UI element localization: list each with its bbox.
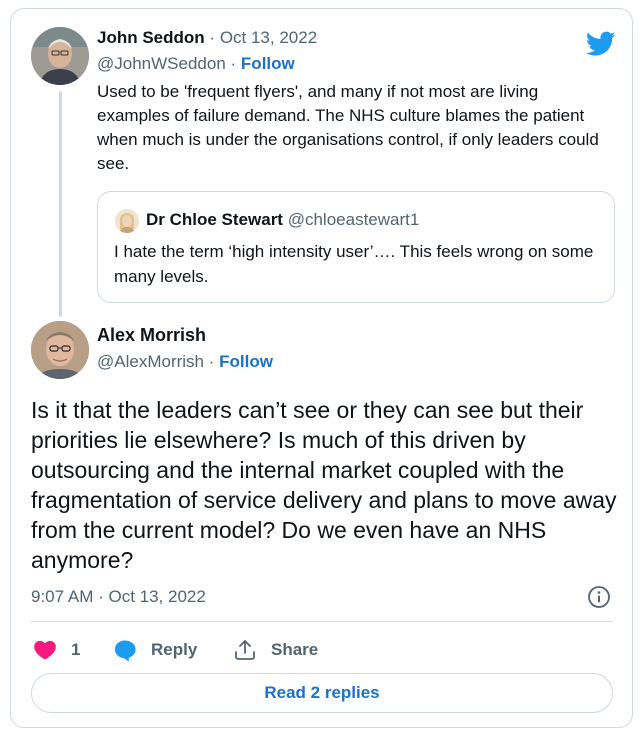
read-replies-button[interactable]: Read 2 replies xyxy=(31,673,613,713)
share-button[interactable]: Share xyxy=(233,635,318,665)
parent-separator: · xyxy=(209,28,216,47)
quote-handle[interactable]: @chloeastewart1 xyxy=(288,210,420,229)
action-bar: 1 Reply Share xyxy=(33,635,613,665)
info-icon[interactable] xyxy=(587,585,611,609)
parent-author-name[interactable]: John Seddon xyxy=(97,28,205,47)
parent-date[interactable]: Oct 13, 2022 xyxy=(220,28,317,47)
parent-tweet-text: Used to be 'frequent flyers', and many i… xyxy=(97,82,599,173)
like-count: 1 xyxy=(71,640,81,659)
reply-bubble-icon xyxy=(114,640,136,662)
divider xyxy=(31,621,613,622)
parent-handle-row: @JohnWSeddon · Follow xyxy=(97,54,295,74)
heart-icon xyxy=(34,640,56,660)
avatar-alex-morrish[interactable] xyxy=(31,321,89,379)
share-label: Share xyxy=(271,640,319,659)
avatar-chloe-stewart[interactable] xyxy=(115,209,139,233)
parent-follow-button[interactable]: Follow xyxy=(241,54,295,73)
main-handle[interactable]: @AlexMorrish xyxy=(97,352,204,371)
parent-handle[interactable]: @JohnWSeddon xyxy=(97,54,226,73)
share-icon xyxy=(235,640,255,660)
main-handle-row: @AlexMorrish · Follow xyxy=(97,352,273,372)
like-button[interactable] xyxy=(33,635,57,665)
main-tweet-text: Is it that the leaders can’t see or they… xyxy=(31,397,617,573)
reply-button[interactable]: Reply xyxy=(113,635,197,665)
thread-line xyxy=(59,91,62,317)
quote-text: I hate the term ‘high intensity user’…. … xyxy=(114,242,594,286)
quote-author-name[interactable]: Dr Chloe Stewart xyxy=(146,210,283,229)
twitter-bird-icon[interactable] xyxy=(586,31,616,57)
avatar-john-seddon[interactable] xyxy=(31,27,89,85)
quote-header: Dr Chloe Stewart @chloeastewart1 xyxy=(146,210,419,230)
main-handle-separator: · xyxy=(208,352,215,371)
reply-label: Reply xyxy=(151,640,198,659)
tweet-timestamp[interactable]: 9:07 AM · Oct 13, 2022 xyxy=(31,587,206,607)
main-author-name[interactable]: Alex Morrish xyxy=(97,325,206,345)
parent-header: John Seddon · Oct 13, 2022 xyxy=(97,28,317,48)
parent-handle-separator: · xyxy=(230,54,237,73)
quoted-tweet[interactable]: Dr Chloe Stewart @chloeastewart1 I hate … xyxy=(97,191,615,303)
tweet-card: John Seddon · Oct 13, 2022 @JohnWSeddon … xyxy=(10,8,633,728)
main-follow-button[interactable]: Follow xyxy=(219,352,273,371)
main-header: Alex Morrish xyxy=(97,325,206,346)
